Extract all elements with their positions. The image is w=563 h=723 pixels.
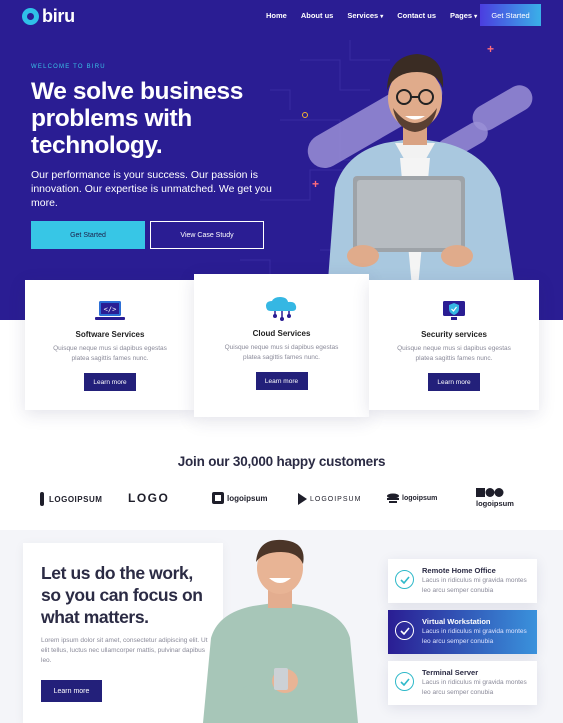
nav-link-pages[interactable]: Pages ▾ — [450, 11, 477, 20]
logo[interactable]: biru — [22, 6, 75, 27]
customer-logo-text: logoipsum — [476, 499, 514, 508]
nav-link-contact[interactable]: Contact us — [397, 11, 436, 20]
service-title: Security services — [421, 330, 487, 339]
feature-text: Lacus in ridiculus mi gravida montes leo… — [422, 679, 527, 696]
logo-mark-icon — [387, 493, 399, 503]
service-card-cloud: Cloud Services Quisque neque mus si dapi… — [194, 274, 369, 417]
nav-link-label: Home — [266, 11, 287, 20]
hero-headline: We solve business problems with technolo… — [31, 78, 243, 159]
feature-title: Virtual Workstation — [422, 617, 491, 626]
nav-link-label: About us — [300, 11, 334, 20]
shield-monitor-icon — [441, 298, 467, 322]
customers-title: Join our 30,000 happy customers — [177, 454, 386, 469]
customer-logo-text: logoipsum — [402, 494, 438, 502]
customer-logo: logoipsum — [212, 492, 267, 504]
logo-text: biru — [42, 6, 75, 26]
page: biru Home About us Services ▾ Contact us … — [0, 0, 563, 723]
service-card-software: </> Software Services Quisque neque mus … — [25, 280, 195, 410]
customer-logo-text: logoipsum — [227, 493, 268, 503]
feature-text: Lacus in ridiculus mi gravida montes leo… — [422, 628, 527, 645]
customer-logo: LOGOIPSUM — [38, 492, 102, 506]
customer-logo: logoipsum — [476, 488, 514, 508]
customer-logo-text: LOGOIPSUM — [310, 495, 362, 503]
service-text: Quisque neque mus si dapibus egestas pla… — [224, 344, 339, 361]
nav-get-started-button[interactable]: Get Started — [480, 4, 541, 26]
logo-icon — [22, 8, 39, 25]
feature-text: Lacus in ridiculus mi gravida montes leo… — [422, 577, 527, 594]
service-card-security: Security services Quisque neque mus si d… — [369, 280, 539, 410]
customer-logo-text: LOGO — [128, 491, 170, 505]
logo-mark-icon — [40, 492, 44, 506]
cloud-network-icon — [263, 297, 301, 321]
man-with-phone-image — [203, 539, 358, 723]
svg-text:</>: </> — [104, 306, 117, 314]
hero-get-started-button[interactable]: Get Started — [31, 221, 145, 249]
learn-more-button[interactable]: Learn more — [84, 373, 136, 391]
learn-more-button[interactable]: Learn more — [428, 373, 480, 391]
nav-link-home[interactable]: Home — [266, 11, 287, 20]
nav-link-about[interactable]: About us — [301, 11, 334, 20]
work-text: Lorem ipsum dolor sit amet, consectetur … — [41, 637, 208, 664]
top-nav: biru Home About us Services ▾ Contact us … — [0, 0, 563, 32]
hero-section: biru Home About us Services ▾ Contact us … — [0, 0, 563, 320]
check-circle-icon — [395, 570, 414, 589]
feature-card-terminal-server[interactable]: Terminal Server Lacus in ridiculus mi gr… — [388, 661, 537, 705]
nav-link-label: Contact us — [397, 11, 436, 20]
nav-link-services[interactable]: Services ▾ — [347, 11, 383, 20]
service-title: Software Services — [75, 330, 145, 339]
feature-card-virtual-workstation[interactable]: Virtual Workstation Lacus in ridiculus m… — [388, 610, 537, 654]
view-case-study-button[interactable]: View Case Study — [150, 221, 264, 249]
feature-card-remote-home-office[interactable]: Remote Home Office Lacus in ridiculus mi… — [388, 559, 537, 603]
work-learn-more-button[interactable]: Learn more — [41, 680, 102, 702]
feature-title: Remote Home Office — [422, 566, 496, 575]
check-circle-icon — [395, 672, 414, 691]
customer-logo-text: LOGOIPSUM — [49, 494, 103, 504]
logo-mark-icon — [476, 488, 504, 497]
customer-logo: logoipsum — [387, 493, 437, 503]
logo-mark-icon — [212, 492, 224, 504]
logo-mark-icon — [298, 493, 307, 505]
service-text: Quisque neque mus si dapibus egestas pla… — [397, 345, 511, 362]
learn-more-button[interactable]: Learn more — [255, 372, 308, 390]
chevron-down-icon: ▾ — [380, 14, 384, 20]
chevron-down-icon: ▾ — [474, 14, 478, 20]
nav-links: Home About us Services ▾ Contact us Pages… — [266, 11, 491, 20]
hero-eyebrow: WELCOME TO BIRU — [31, 64, 106, 70]
nav-link-label: Services — [347, 11, 379, 20]
hero-subtext: Our performance is your success. Our pas… — [31, 169, 272, 209]
work-title: Let us do the work, so you can focus on … — [41, 563, 203, 627]
customer-logos: LOGOIPSUM LOGO logoipsum LOGOIPSUM logoi… — [0, 488, 563, 512]
service-text: Quisque neque mus si dapibus egestas pla… — [53, 345, 167, 362]
feature-title: Terminal Server — [422, 668, 479, 677]
customer-logo: LOGO — [128, 491, 169, 505]
check-circle-icon — [395, 621, 414, 640]
laptop-code-icon: </> — [94, 298, 126, 322]
customer-logo: LOGOIPSUM — [298, 493, 361, 505]
nav-link-label: Pages — [450, 11, 473, 20]
service-title: Cloud Services — [252, 329, 311, 338]
